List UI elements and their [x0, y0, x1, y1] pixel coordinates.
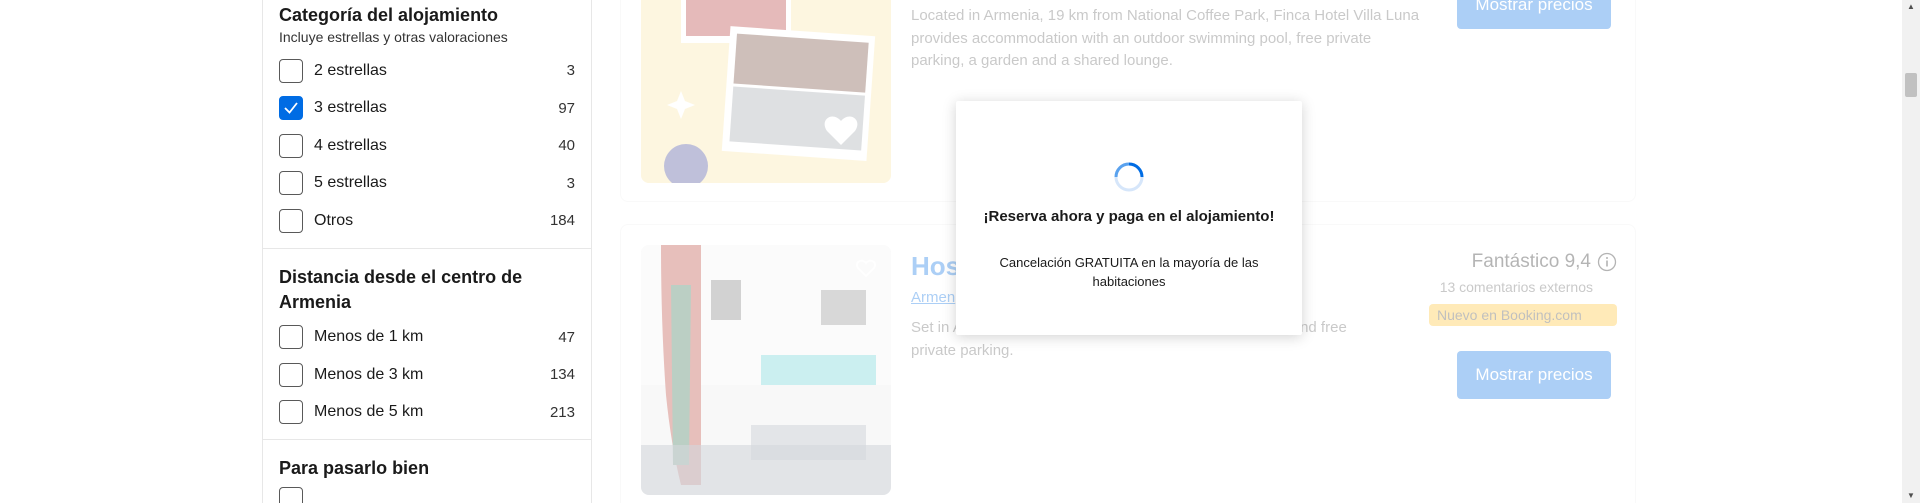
filter-option-count: 47: [558, 328, 575, 346]
property-image[interactable]: [641, 245, 891, 495]
checkbox[interactable]: [279, 325, 303, 350]
loading-spinner-icon: [1114, 162, 1144, 192]
property-image[interactable]: [641, 0, 891, 183]
filter-option-5-stars[interactable]: 5 estrellas 3: [279, 165, 575, 203]
scroll-down-icon[interactable]: ▼: [1906, 491, 1916, 501]
review-count: 13 comentarios externos: [1439, 279, 1593, 295]
property-photo: [641, 245, 891, 495]
property-collage-image: [641, 0, 891, 183]
filter-title-category: Categoría del alojamiento: [279, 5, 499, 25]
filter-option-label: Menos de 3 km: [314, 365, 424, 383]
filter-option-less-5km[interactable]: Menos de 5 km 213: [279, 394, 575, 432]
show-prices-button[interactable]: Mostrar precios: [1457, 0, 1611, 29]
filter-option-label: 4 estrellas: [314, 136, 387, 154]
review-score[interactable]: Fantástico 9,4: [1472, 251, 1617, 273]
filter-option-others[interactable]: Otros 184: [279, 202, 575, 240]
property-location-link[interactable]: Armen: [911, 289, 955, 306]
page: Categoría del alojamiento Incluye estrel…: [0, 0, 1920, 503]
filter-option-partial[interactable]: [279, 487, 575, 503]
filter-option-count: 134: [549, 366, 575, 384]
filter-option-count: 40: [558, 137, 575, 155]
filter-section-distance: Distancia desde el centro de Armenia Men…: [263, 249, 591, 440]
filter-option-label: 3 estrellas: [314, 99, 387, 117]
page-scrollbar[interactable]: ▲ ▼: [1902, 0, 1920, 503]
filter-option-count: 3: [566, 62, 575, 80]
filter-option-less-1km[interactable]: Menos de 1 km 47: [279, 319, 575, 357]
checkbox-checked[interactable]: [279, 96, 303, 121]
dialog-subtitle: Cancelación GRATUITA en la mayoría de la…: [999, 255, 1259, 289]
checkbox[interactable]: [279, 487, 303, 503]
loading-dialog: ¡Reserva ahora y paga en el alojamiento!…: [956, 101, 1302, 335]
filter-subtitle-category: Incluye estrellas y otras valoraciones: [279, 29, 508, 45]
property-description: Located in Armenia, 19 km from National …: [911, 7, 1420, 69]
checkbox[interactable]: [279, 58, 303, 83]
filter-option-less-3km[interactable]: Menos de 3 km 134: [279, 356, 575, 394]
checkbox[interactable]: [279, 208, 303, 233]
filter-option-2-stars[interactable]: 2 estrellas 3: [279, 52, 575, 90]
show-prices-button[interactable]: Mostrar precios: [1457, 351, 1611, 399]
filter-option-label: Otros: [314, 211, 354, 229]
filter-section-category: Categoría del alojamiento Incluye estrel…: [263, 0, 591, 249]
checkbox[interactable]: [279, 171, 303, 196]
filter-option-4-stars[interactable]: 4 estrellas 40: [279, 127, 575, 165]
filter-option-label: 5 estrellas: [314, 174, 387, 192]
filter-section-fun: Para pasarlo bien: [263, 440, 591, 503]
filter-option-count: 213: [549, 403, 575, 421]
filter-option-count: 97: [558, 99, 575, 117]
filters-sidebar: Categoría del alojamiento Incluye estrel…: [262, 0, 592, 503]
filter-option-label: 2 estrellas: [314, 61, 387, 79]
info-icon[interactable]: [1597, 252, 1617, 272]
filter-option-label: Menos de 5 km: [314, 403, 424, 421]
filter-option-count: 3: [566, 174, 575, 192]
review-score-text: Fantástico 9,4: [1471, 251, 1591, 272]
property-title[interactable]: Hos: [911, 251, 960, 282]
checkbox[interactable]: [279, 362, 303, 387]
filter-option-label: Menos de 1 km: [314, 328, 424, 346]
dialog-title: ¡Reserva ahora y paga en el alojamiento!: [983, 208, 1275, 225]
checkbox[interactable]: [279, 133, 303, 158]
filter-title-fun: Para pasarlo bien: [279, 458, 430, 478]
checkbox[interactable]: [279, 400, 303, 425]
new-badge: Nuevo en Booking.com: [1429, 304, 1617, 326]
filter-option-count: 184: [549, 212, 575, 230]
scroll-up-icon[interactable]: ▲: [1906, 2, 1916, 12]
filter-title-distance: Distancia desde el centro de Armenia: [279, 266, 523, 312]
filter-option-3-stars[interactable]: 3 estrellas 97: [279, 90, 575, 128]
scrollbar-thumb[interactable]: [1905, 73, 1917, 97]
